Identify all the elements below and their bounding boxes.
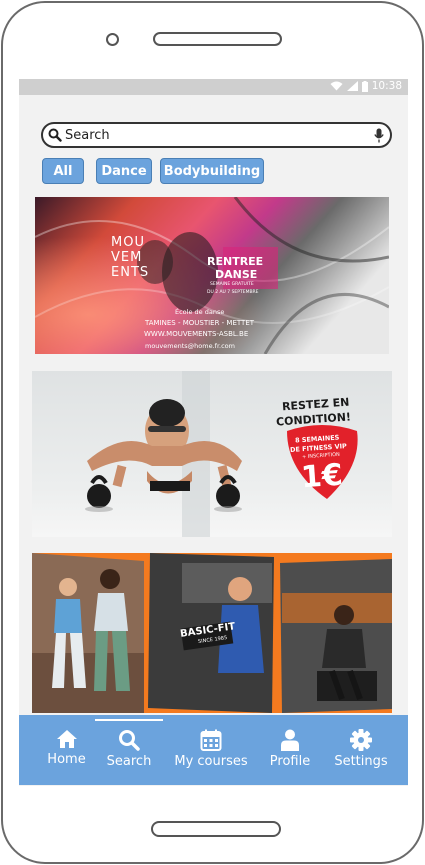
nav-label-my-courses: My courses — [174, 754, 248, 769]
home-icon — [56, 730, 77, 748]
mouvements-logo: MOU VEM ENTS — [111, 235, 150, 280]
filter-chip-bodybuilding[interactable]: Bodybuilding — [160, 158, 264, 184]
search-input[interactable] — [65, 126, 365, 144]
search-icon — [48, 128, 62, 142]
home-hardware-button[interactable] — [151, 821, 281, 837]
mouvements-headline-2: DANSE — [215, 268, 258, 281]
status-icons: 10:38 — [330, 80, 402, 92]
nav-item-profile[interactable]: Profile — [264, 715, 316, 785]
camera-icon — [106, 33, 119, 46]
signal-icon — [346, 81, 358, 91]
person-icon — [281, 729, 299, 751]
status-bar: 10:38 — [19, 79, 408, 95]
gear-icon — [350, 729, 372, 751]
nav-item-home[interactable]: Home — [39, 715, 94, 785]
battery-icon — [361, 80, 368, 92]
mouvements-email: mouvements@home.fr.com — [145, 342, 235, 350]
mouvements-website: WWW.MOUVEMENTS-ASBL.BE — [144, 330, 249, 338]
nav-label-home: Home — [47, 752, 86, 767]
filter-chip-all[interactable]: All — [42, 158, 84, 184]
banner-mouvements[interactable]: MOU VEM ENTS RENTREE DANSE SEMAINE GRATU… — [35, 197, 389, 354]
mouvements-headline-1: RENTREE — [207, 255, 264, 268]
microphone-icon[interactable] — [374, 128, 384, 143]
bottom-navigation: Home Search My courses Profile Settings — [19, 715, 408, 785]
filter-chip-dance[interactable]: Dance — [96, 158, 152, 184]
search-icon — [119, 730, 140, 751]
app-screen: 10:38 All Dance Bodybuilding — [19, 79, 408, 786]
mouvements-dates: DU 2 AU 7 SEPTEMBRE — [207, 290, 259, 295]
search-bar[interactable] — [41, 122, 392, 148]
nav-label-settings: Settings — [334, 754, 388, 769]
banner-basicfit[interactable]: BASIC-FIT SINCE 1985 — [32, 553, 392, 713]
speaker-grille — [153, 32, 282, 46]
mouvements-subtitle: SEMAINE GRATUITE — [210, 282, 254, 287]
calendar-icon — [200, 729, 222, 751]
nav-item-settings[interactable]: Settings — [330, 715, 392, 785]
nav-item-search[interactable]: Search — [99, 715, 159, 785]
nav-label-profile: Profile — [269, 754, 311, 769]
nav-item-my-courses[interactable]: My courses — [171, 715, 251, 785]
wifi-icon — [330, 81, 343, 91]
mouvements-towns: TAMINES - MOUSTIER - METTET — [145, 319, 255, 327]
fitness-price: 1€ — [299, 457, 344, 496]
mouvements-school: École de danse — [175, 308, 225, 316]
status-time: 10:38 — [371, 80, 402, 92]
banner-fitness-promo[interactable]: RESTEZ EN CONDITION! 8 SEMAINES DE FITNE… — [32, 371, 392, 537]
nav-label-search: Search — [106, 754, 152, 769]
